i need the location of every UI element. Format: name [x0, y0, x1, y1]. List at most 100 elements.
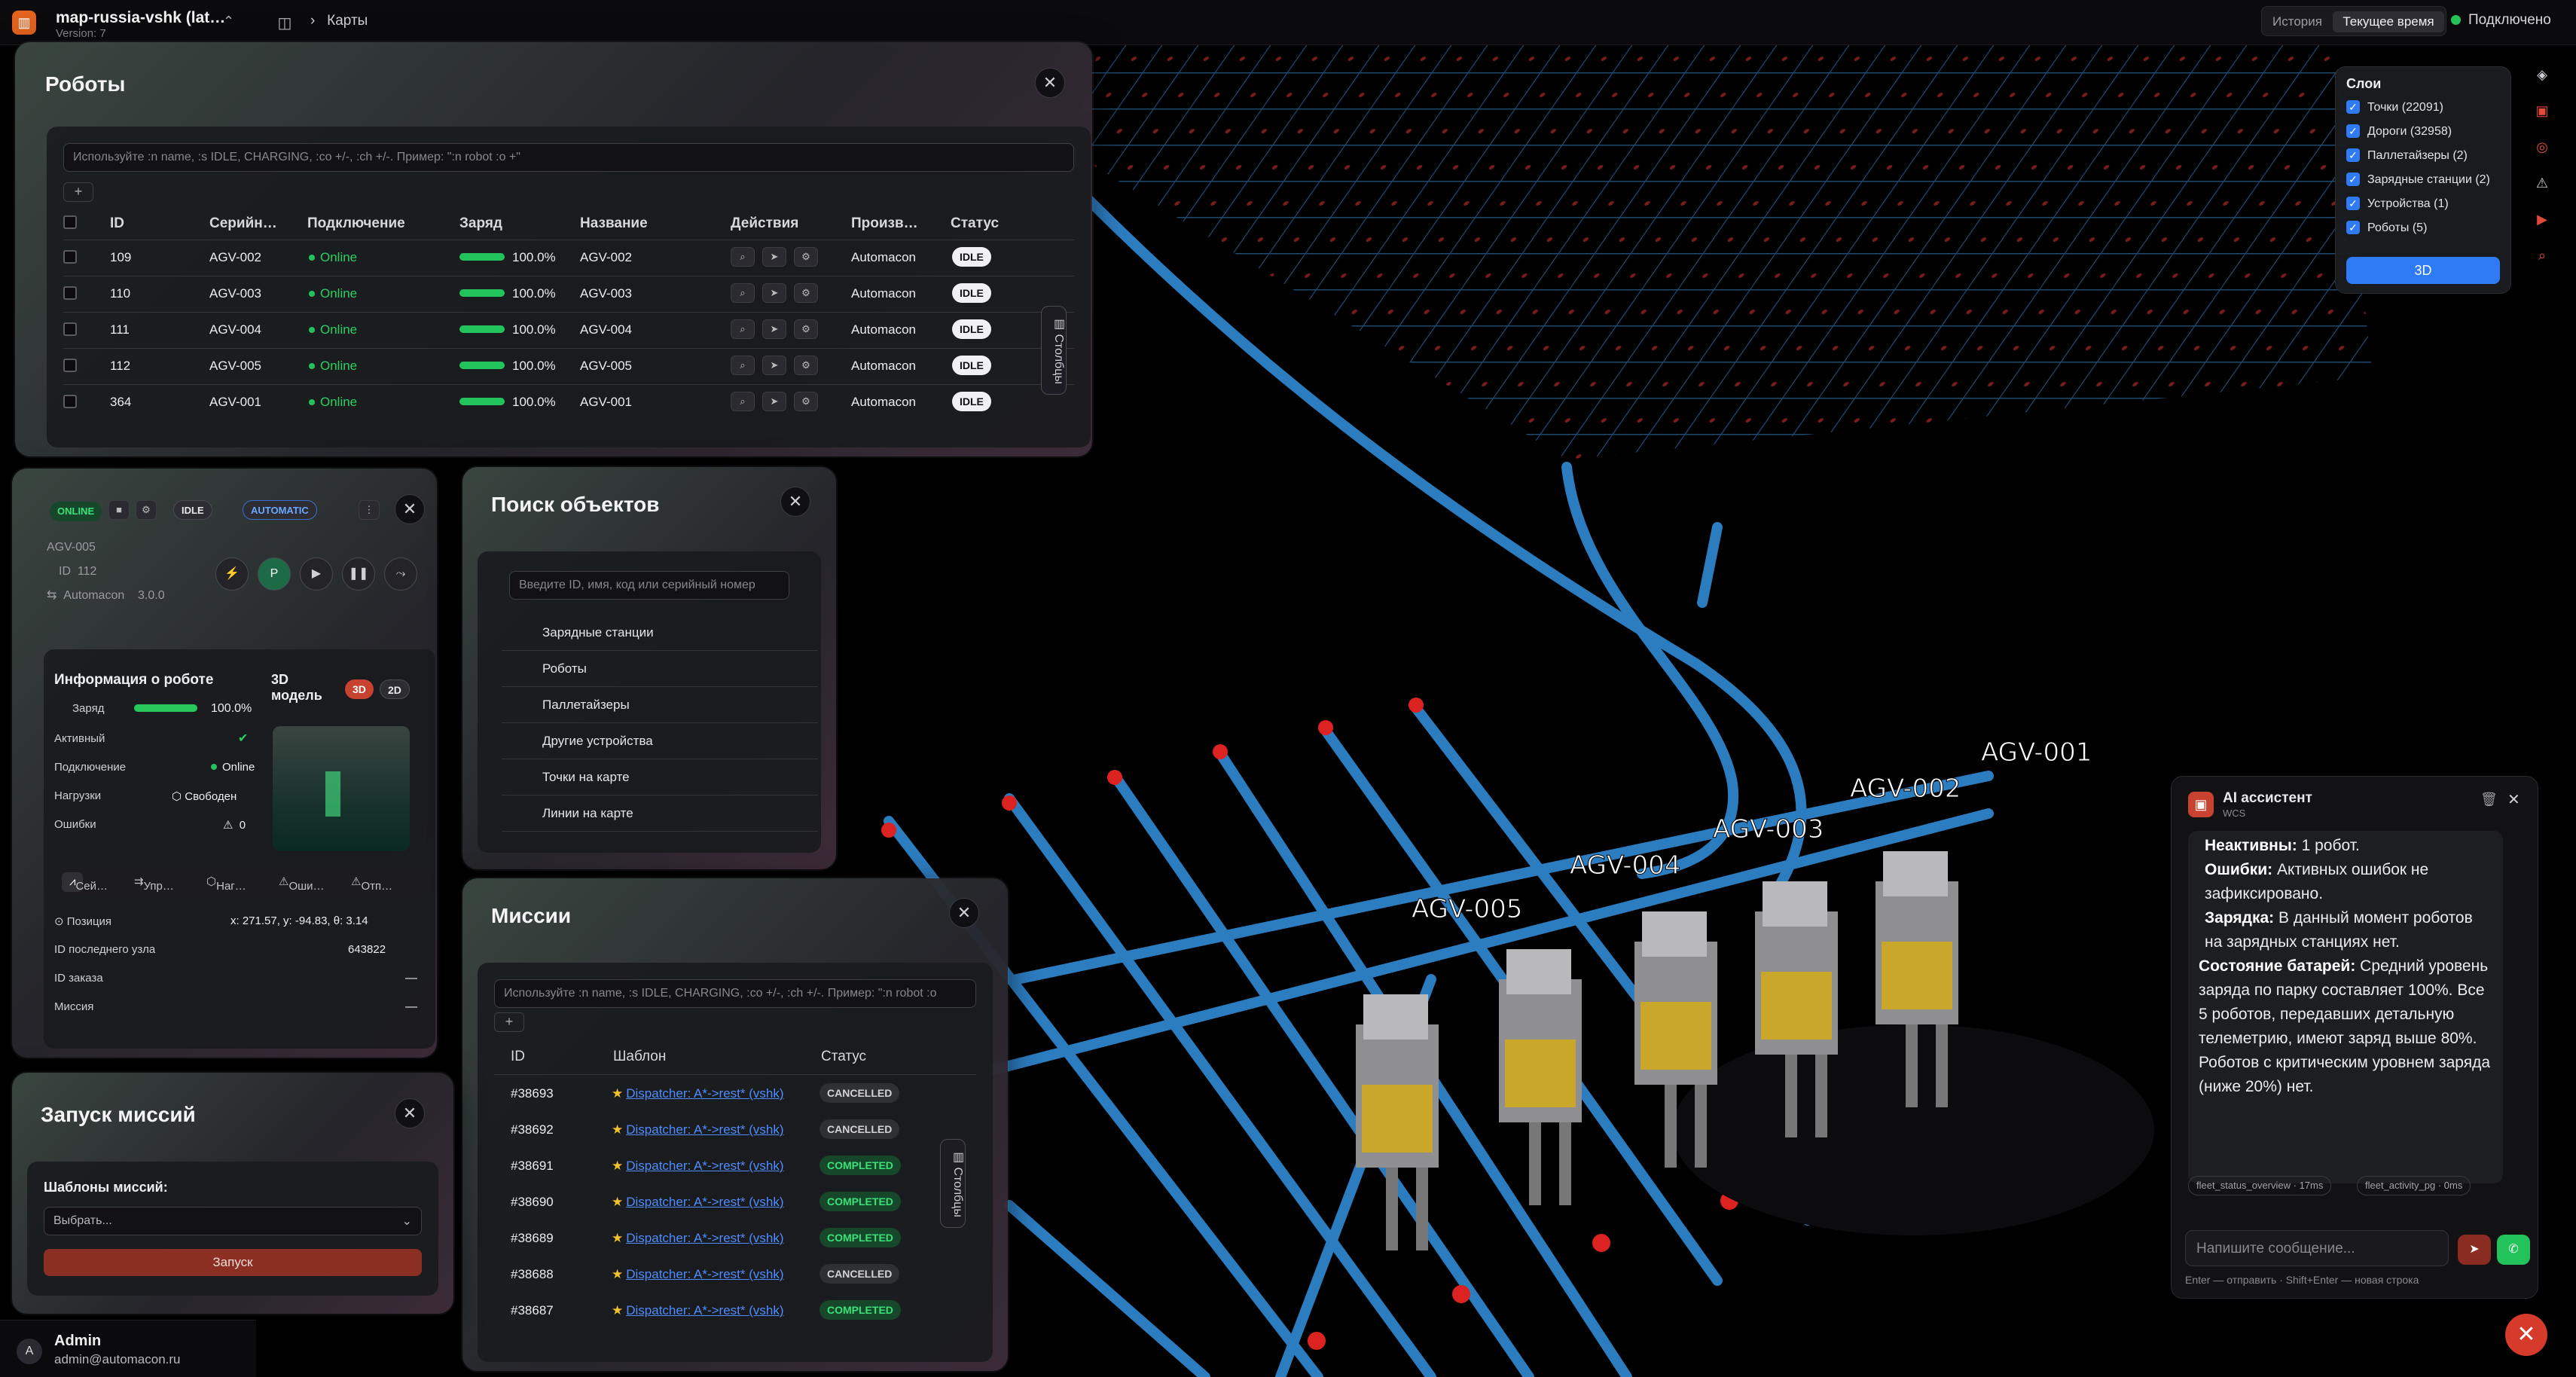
table-row[interactable]: #38691 ★ Dispatcher: A*->rest* (vshk) COM…	[478, 1148, 993, 1184]
stop-icon[interactable]: ■	[108, 500, 130, 520]
tab-errors[interactable]: ⚠ Оши…	[279, 872, 325, 893]
table-row[interactable]: #38689 ★ Dispatcher: A*->rest* (vshk) COM…	[478, 1220, 993, 1256]
play-icon[interactable]: ▶	[2529, 206, 2555, 232]
mission-template[interactable]: ★ Dispatcher: A*->rest* (vshk)	[612, 1231, 784, 1246]
close-icon[interactable]: ✕	[949, 898, 979, 928]
layer-points-checkbox[interactable]: ✓ Точки (22091)	[2346, 100, 2443, 114]
template-select[interactable]: Выбрать... ⌄	[44, 1207, 422, 1235]
close-icon[interactable]: ✕	[2507, 790, 2520, 809]
settings-icon[interactable]: ⚙	[136, 500, 157, 520]
settings-icon[interactable]: ⚙	[794, 319, 818, 339]
close-assistant-button[interactable]: ✕	[2505, 1314, 2547, 1356]
route-action-icon[interactable]: ⤳	[384, 557, 417, 591]
tab-sensors[interactable]: ⩘ Сей…	[62, 872, 108, 893]
mission-template[interactable]: ★ Dispatcher: A*->rest* (vshk)	[612, 1267, 784, 1282]
toggle-3d-button[interactable]: 3D	[2346, 257, 2500, 284]
robots-search-input[interactable]: Используйте :n name, :s IDLE, CHARGING, …	[63, 143, 1074, 172]
warning-icon[interactable]: ⚠	[2529, 170, 2555, 196]
col-id[interactable]: ID	[110, 215, 124, 232]
send-icon[interactable]: ➤	[762, 247, 786, 267]
table-row[interactable]: 111 AGV-004 Online 100.0% AGV-004 ⌕ ➤ ⚙ …	[47, 312, 1091, 348]
park-action-icon[interactable]: P	[258, 557, 291, 591]
col-mission-id[interactable]: ID	[511, 1049, 525, 1065]
view-2d-button[interactable]: 2D	[380, 679, 410, 699]
close-icon[interactable]: ✕	[780, 487, 810, 517]
row-checkbox[interactable]	[63, 395, 77, 408]
robot-3d-preview[interactable]	[273, 726, 410, 851]
table-row[interactable]: #38688 ★ Dispatcher: A*->rest* (vshk) CAN…	[478, 1256, 993, 1293]
category-robots[interactable]: Роботы	[502, 651, 818, 687]
layers-icon[interactable]: ◈	[2529, 62, 2555, 87]
settings-icon[interactable]: ⚙	[794, 283, 818, 303]
columns-toggle-tab[interactable]: ▥ Столбцы	[1041, 306, 1067, 395]
col-status[interactable]: Статус	[951, 215, 999, 232]
close-icon[interactable]: ✕	[395, 1098, 425, 1128]
send-icon[interactable]: ➤	[762, 283, 786, 303]
row-checkbox[interactable]	[63, 286, 77, 300]
sidebar-toggle-icon[interactable]: ◫	[273, 11, 297, 35]
settings-icon[interactable]: ⚙	[794, 247, 818, 267]
layer-devices-checkbox[interactable]: ✓ Устройства (1)	[2346, 197, 2449, 211]
table-row[interactable]: #38690 ★ Dispatcher: A*->rest* (vshk) COM…	[478, 1184, 993, 1220]
locate-icon[interactable]: ⌕	[731, 392, 755, 411]
robot-icon[interactable]: ▣	[2529, 98, 2555, 124]
col-charge[interactable]: Заряд	[459, 215, 502, 232]
mission-template[interactable]: ★ Dispatcher: A*->rest* (vshk)	[612, 1195, 784, 1210]
table-row[interactable]: 112 AGV-005 Online 100.0% AGV-005 ⌕ ➤ ⚙ …	[47, 348, 1091, 384]
category-map-lines[interactable]: Линии на карте	[502, 795, 818, 832]
row-checkbox[interactable]	[63, 359, 77, 372]
tab-control[interactable]: ⇉ Упр…	[134, 872, 174, 893]
category-charging-stations[interactable]: Зарядные станции	[502, 615, 818, 651]
breadcrumb-maps[interactable]: Карты	[327, 13, 368, 29]
layer-charging-checkbox[interactable]: ✓ Зарядные станции (2)	[2346, 173, 2490, 187]
settings-icon[interactable]: ⚙	[794, 392, 818, 411]
layer-robots-checkbox[interactable]: ✓ Роботы (5)	[2346, 221, 2427, 235]
launch-button[interactable]: Запуск	[44, 1249, 422, 1276]
close-icon[interactable]: ✕	[1035, 68, 1065, 98]
mission-template[interactable]: ★ Dispatcher: A*->rest* (vshk)	[612, 1122, 784, 1137]
tab-debug[interactable]: ⚠ Отп…	[351, 872, 392, 893]
table-row[interactable]: #38687 ★ Dispatcher: A*->rest* (vshk) COM…	[478, 1293, 993, 1329]
select-all-checkbox[interactable]	[63, 215, 77, 229]
pause-action-icon[interactable]: ❚❚	[342, 557, 375, 591]
category-other-devices[interactable]: Другие устройства	[502, 723, 818, 759]
mission-template[interactable]: ★ Dispatcher: A*->rest* (vshk)	[612, 1303, 784, 1318]
object-search-input[interactable]: Введите ID, имя, код или серийный номер	[509, 571, 789, 600]
more-menu-icon[interactable]: ⋮	[359, 500, 380, 520]
add-filter-button[interactable]: +	[63, 182, 93, 202]
send-icon[interactable]: ➤	[2458, 1235, 2491, 1265]
col-status[interactable]: Статус	[821, 1049, 866, 1065]
layer-roads-checkbox[interactable]: ✓ Дороги (32958)	[2346, 124, 2452, 139]
table-row[interactable]: #38693 ★ Dispatcher: A*->rest* (vshk) CAN…	[478, 1076, 993, 1112]
tab-loads[interactable]: ⬡ Наг…	[206, 872, 246, 893]
table-row[interactable]: 364 AGV-001 Online 100.0% AGV-001 ⌕ ➤ ⚙ …	[47, 384, 1091, 420]
row-checkbox[interactable]	[63, 250, 77, 264]
table-row[interactable]: #38692 ★ Dispatcher: A*->rest* (vshk) CAN…	[478, 1112, 993, 1148]
project-switcher[interactable]: ▥ map-russia-vshk (lat… Version: 7 ⌃	[12, 8, 246, 40]
play-action-icon[interactable]: ▶	[300, 557, 333, 591]
locate-icon[interactable]: ⌕	[731, 247, 755, 267]
col-serial[interactable]: Серийн…	[209, 215, 277, 232]
col-connection[interactable]: Подключение	[307, 215, 405, 232]
row-checkbox[interactable]	[63, 322, 77, 336]
target-icon[interactable]: ◎	[2529, 134, 2555, 160]
col-template[interactable]: Шаблон	[613, 1049, 666, 1065]
table-row[interactable]: 110 AGV-003 Online 100.0% AGV-003 ⌕ ➤ ⚙ …	[47, 276, 1091, 312]
phone-icon[interactable]: ✆	[2497, 1235, 2530, 1265]
search-icon[interactable]: ⌕	[2529, 243, 2555, 268]
locate-icon[interactable]: ⌕	[731, 319, 755, 339]
send-icon[interactable]: ➤	[762, 392, 786, 411]
charge-action-icon[interactable]: ⚡	[215, 557, 249, 591]
add-filter-button[interactable]: +	[494, 1012, 524, 1032]
ai-message-input[interactable]: Напишите сообщение...	[2185, 1230, 2449, 1266]
user-profile[interactable]: A Admin admin@automacon.ru	[0, 1320, 256, 1377]
settings-icon[interactable]: ⚙	[794, 356, 818, 375]
col-maker[interactable]: Произв…	[851, 215, 918, 232]
category-map-points[interactable]: Точки на карте	[502, 759, 818, 795]
mission-template[interactable]: ★ Dispatcher: A*->rest* (vshk)	[612, 1159, 784, 1174]
mode-current-button[interactable]: Текущее время	[2333, 11, 2444, 32]
send-icon[interactable]: ➤	[762, 319, 786, 339]
locate-icon[interactable]: ⌕	[731, 356, 755, 375]
category-palletizers[interactable]: Паллетайзеры	[502, 687, 818, 723]
table-row[interactable]: 109 AGV-002 Online 100.0% AGV-002 ⌕ ➤ ⚙ …	[47, 240, 1091, 276]
